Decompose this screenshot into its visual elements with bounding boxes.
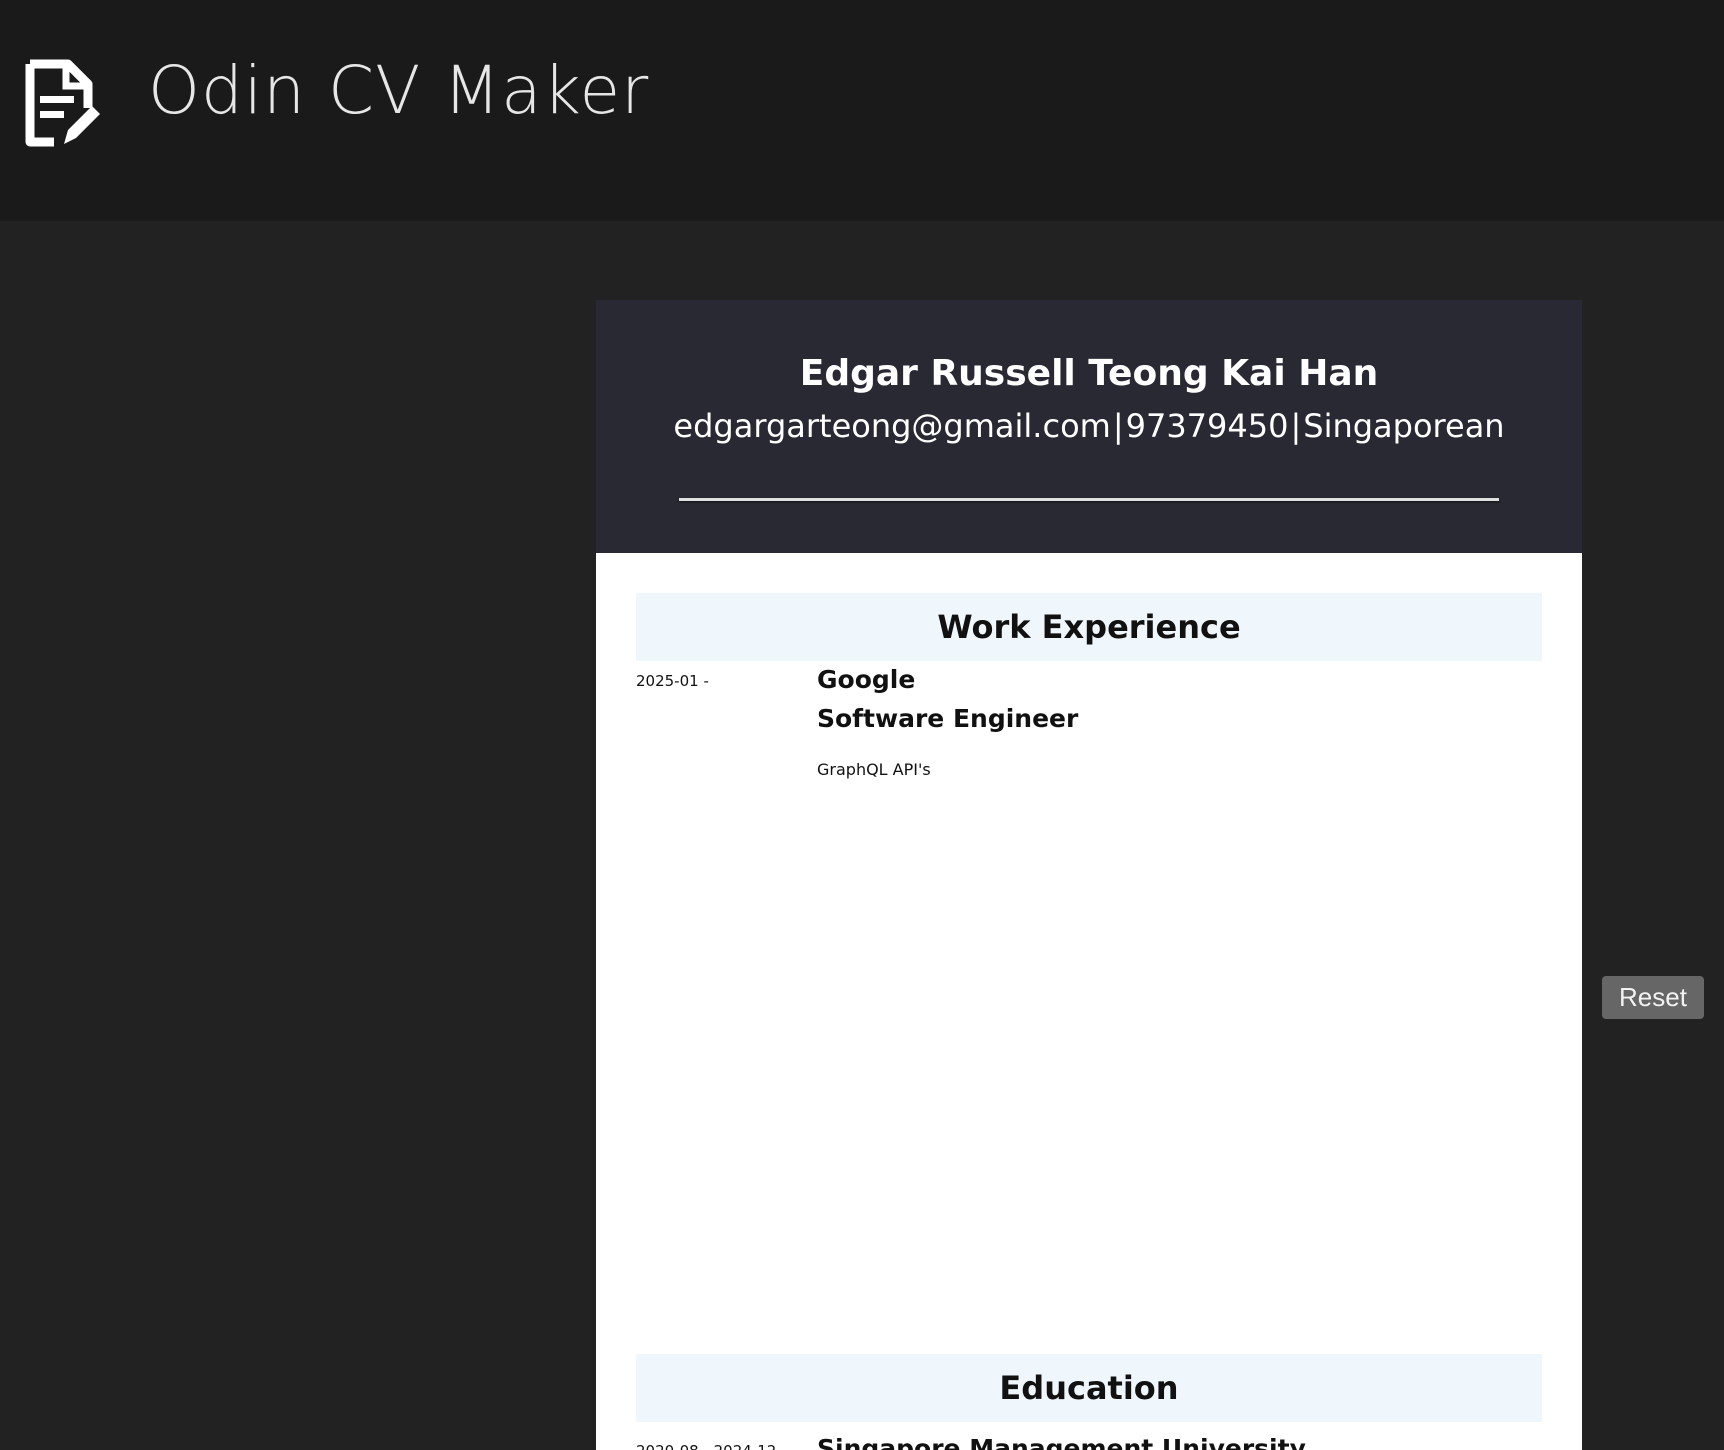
cv-header: Edgar Russell Teong Kai Han edgargarteon…	[596, 300, 1582, 553]
app-title: Odin CV Maker	[148, 52, 650, 129]
cv-contact-line: edgargarteong@gmail.com|97379450|Singapo…	[596, 410, 1582, 442]
document-edit-icon	[25, 59, 100, 147]
cv-nationality: Singaporean	[1303, 407, 1505, 445]
work-entry-role: Software Engineer	[817, 704, 1079, 733]
app-header: Odin CV Maker	[0, 0, 1724, 221]
education-entry-school: Singapore Management University	[817, 1434, 1306, 1450]
contact-separator: |	[1290, 407, 1302, 445]
education-entry-date: 2020-08 - 2024-12	[636, 1442, 776, 1450]
work-entry-company: Google	[817, 665, 916, 694]
contact-separator: |	[1112, 407, 1124, 445]
work-experience-heading: Work Experience	[636, 593, 1542, 661]
header-divider	[679, 498, 1499, 501]
cv-preview: Edgar Russell Teong Kai Han edgargarteon…	[596, 300, 1582, 1450]
reset-button[interactable]: Reset	[1602, 976, 1704, 1019]
cv-phone: 97379450	[1125, 407, 1289, 445]
work-entry-description: GraphQL API's	[817, 760, 931, 779]
work-entry-date: 2025-01 -	[636, 672, 709, 690]
education-heading: Education	[636, 1354, 1542, 1422]
cv-name: Edgar Russell Teong Kai Han	[799, 353, 1379, 394]
cv-email: edgargarteong@gmail.com	[673, 407, 1111, 445]
